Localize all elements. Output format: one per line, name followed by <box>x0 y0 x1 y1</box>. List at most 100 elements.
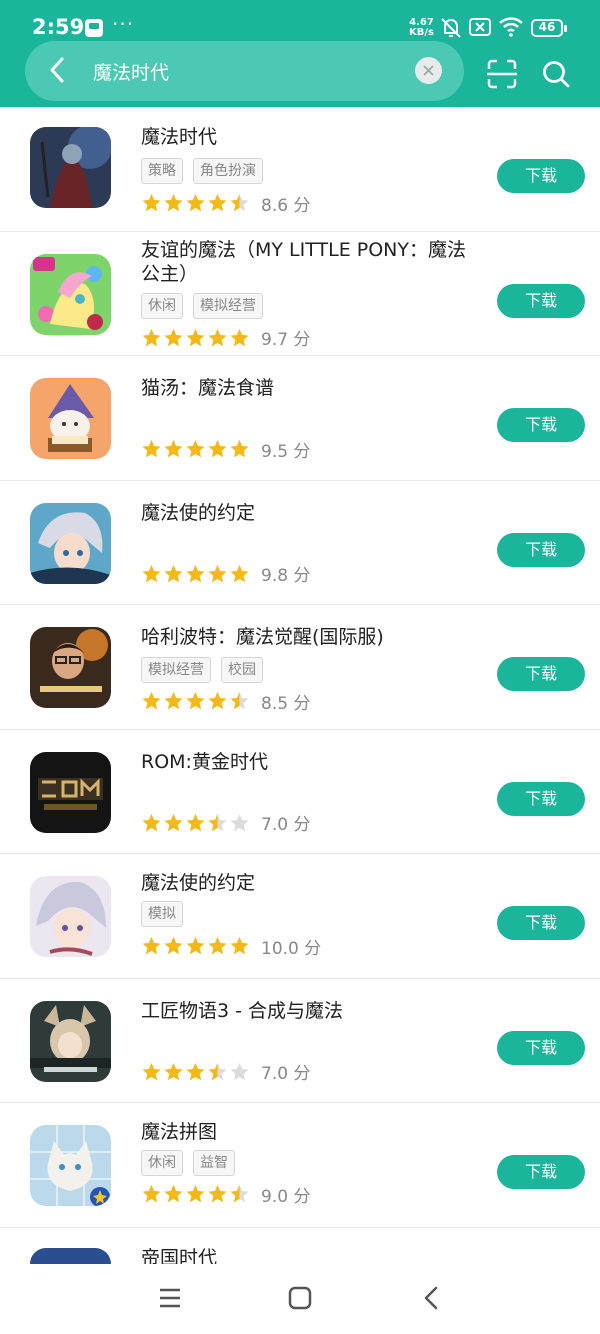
net-speed: 4.67 KB/s <box>409 17 434 38</box>
app-name[interactable]: 魔法使的约定 <box>141 871 471 895</box>
tag: 休闲 <box>141 1150 183 1176</box>
app-icon-my-little-pony <box>30 253 111 335</box>
app-name[interactable]: 猫汤：魔法食谱 <box>141 376 471 400</box>
download-button[interactable]: 下载 <box>497 1155 585 1189</box>
system-nav-bar <box>0 1264 600 1334</box>
star-icon <box>142 692 161 710</box>
score-text: 10.0 分 <box>261 938 322 959</box>
tag: 休闲 <box>141 292 183 319</box>
star-icon <box>208 194 227 212</box>
list-item[interactable]: 魔法时代 策略 角色扮演 8.6 分 下载 <box>0 107 600 232</box>
tag: 校园 <box>221 657 263 683</box>
app-name[interactable]: 魔法拼图 <box>141 1120 471 1144</box>
search-icon[interactable] <box>542 60 570 88</box>
menu-icon[interactable] <box>158 1286 182 1310</box>
score-text: 7.0 分 <box>261 815 311 835</box>
rating: 7.0 分 <box>141 813 311 835</box>
star-icon <box>208 564 227 582</box>
star-icon <box>230 328 249 346</box>
app-name[interactable]: ROM:黄金时代 <box>141 750 471 774</box>
tag-list: 休闲 益智 <box>141 1150 235 1176</box>
rating: 9.8 分 <box>141 564 311 586</box>
star-icon <box>208 328 227 346</box>
download-button[interactable]: 下载 <box>497 906 585 940</box>
download-button[interactable]: 下载 <box>497 408 585 442</box>
score-text: 9.0 分 <box>261 1186 311 1207</box>
score-text: 9.8 分 <box>261 566 311 586</box>
list-item[interactable]: 哈利波特：魔法觉醒(国际服) 模拟经营 校园 8.5 分 下载 <box>0 605 600 730</box>
tag-list: 模拟经营 校园 <box>141 657 263 683</box>
app-header: 2:59 ··· 4.67 KB/s 46 <box>0 0 600 107</box>
list-item[interactable]: 魔法使的约定 9.8 分 下载 <box>0 481 600 605</box>
back-arrow-icon[interactable] <box>43 55 73 85</box>
tag: 益智 <box>193 1150 235 1176</box>
tag-list: 模拟 <box>141 901 183 927</box>
list-item[interactable]: 帝国时代 <box>0 1228 600 1265</box>
star-icon <box>208 1185 227 1203</box>
star-icon <box>164 1185 183 1203</box>
download-button[interactable]: 下载 <box>497 159 585 193</box>
download-button[interactable]: 下载 <box>497 1030 585 1065</box>
app-icon-rom <box>30 751 111 833</box>
status-time: 2:59 <box>32 15 85 39</box>
list-item[interactable]: 友谊的魔法（MY LITTLE PONY：魔法公主） 休闲 模拟经营 9.7 分… <box>0 232 600 356</box>
list-item[interactable]: 魔法使的约定 模拟 10.0 分 下载 <box>0 854 600 979</box>
app-name[interactable]: 魔法使的约定 <box>141 501 471 525</box>
app-icon-magic-age <box>30 127 111 208</box>
clear-search-button[interactable] <box>415 57 442 84</box>
star-icon <box>208 440 227 458</box>
app-name[interactable]: 友谊的魔法（MY LITTLE PONY：魔法公主） <box>141 238 471 286</box>
list-item[interactable]: 猫汤：魔法食谱 9.5 分 下载 <box>0 356 600 481</box>
mute-bell-icon <box>441 18 461 38</box>
search-input[interactable] <box>93 57 393 85</box>
star-icon <box>230 564 249 582</box>
app-name[interactable]: 哈利波特：魔法觉醒(国际服) <box>141 625 471 649</box>
list-item[interactable]: 魔法拼图 休闲 益智 9.0 分 下载 <box>0 1103 600 1228</box>
score-text: 9.7 分 <box>261 330 311 350</box>
star-icon <box>208 1062 227 1080</box>
score-text: 8.6 分 <box>261 195 311 216</box>
search-bar <box>25 41 464 101</box>
star-icon <box>164 328 183 346</box>
star-icon <box>142 194 161 212</box>
score-text: 8.5 分 <box>261 693 311 714</box>
download-button[interactable]: 下载 <box>497 781 585 816</box>
app-icon-smith-story <box>30 1000 111 1082</box>
star-icon <box>186 1062 205 1080</box>
tag: 角色扮演 <box>193 158 263 184</box>
star-icon <box>186 1185 205 1203</box>
home-icon[interactable] <box>288 1286 312 1310</box>
tag: 策略 <box>141 158 183 184</box>
score-text: 9.5 分 <box>261 441 311 462</box>
more-notifications: ··· <box>112 12 135 36</box>
star-icon <box>186 194 205 212</box>
close-icon <box>423 65 434 76</box>
list-item[interactable]: 工匠物语3 - 合成与魔法 7.0 分 下载 <box>0 979 600 1103</box>
star-icon <box>230 692 249 710</box>
star-icon <box>164 440 183 458</box>
back-icon[interactable] <box>420 1286 444 1310</box>
app-icon-age-of-empires <box>30 1247 111 1264</box>
star-icon <box>142 813 161 831</box>
app-name[interactable]: 工匠物语3 - 合成与魔法 <box>141 999 471 1023</box>
tag: 模拟经营 <box>141 657 211 683</box>
app-icon-magic-puzzle <box>30 1125 111 1206</box>
status-bar: 2:59 ··· 4.67 KB/s 46 <box>0 0 600 40</box>
app-name[interactable]: 魔法时代 <box>141 125 471 149</box>
star-icon <box>142 564 161 582</box>
star-icon <box>186 692 205 710</box>
download-button[interactable]: 下载 <box>497 283 585 318</box>
download-button[interactable]: 下载 <box>497 532 585 567</box>
star-icon <box>208 937 227 955</box>
app-icon-harry-potter <box>30 627 111 708</box>
scan-icon[interactable] <box>487 59 517 89</box>
star-icon <box>230 813 249 831</box>
star-icon <box>230 440 249 458</box>
search-results-list: 魔法时代 策略 角色扮演 8.6 分 下载 友谊的魔法（MY LITTLE PO… <box>0 107 600 1264</box>
rating: 10.0 分 <box>141 936 322 959</box>
notification-app-icon <box>85 19 103 37</box>
star-icon <box>230 937 249 955</box>
app-name[interactable]: 帝国时代 <box>141 1246 471 1265</box>
download-button[interactable]: 下载 <box>497 657 585 691</box>
list-item[interactable]: ROM:黄金时代 7.0 分 下载 <box>0 730 600 854</box>
